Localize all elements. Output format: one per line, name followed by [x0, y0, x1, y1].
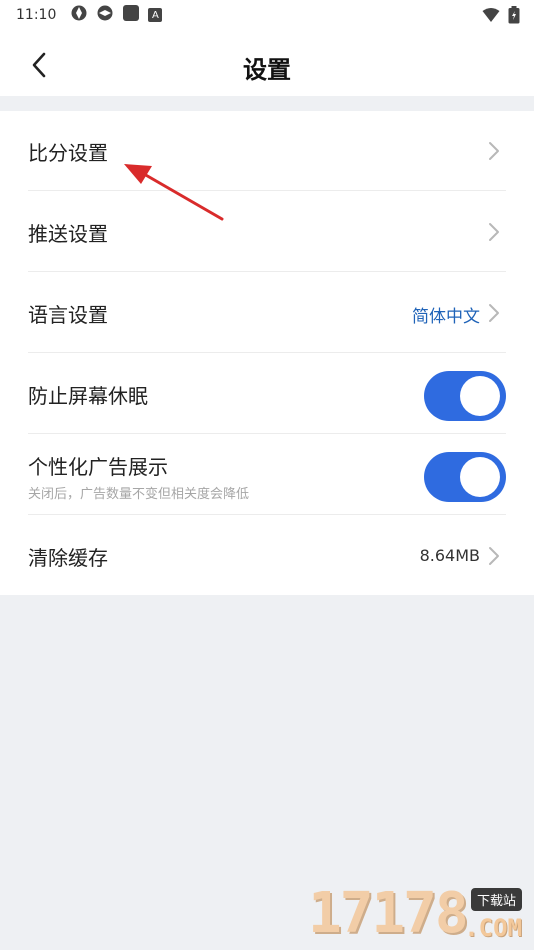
divider [28, 433, 506, 434]
a-badge-label: A [151, 9, 159, 21]
a-badge-icon: A [148, 8, 163, 22]
settings-row-label: 个性化广告展示 [28, 455, 168, 479]
chevron-right-icon [489, 304, 499, 322]
settings-row-cache[interactable]: 清除缓存 8.64MB [0, 516, 534, 596]
screen-awake-toggle[interactable] [424, 371, 506, 421]
wifi-icon [482, 7, 500, 27]
personalized-ads-toggle[interactable] [424, 452, 506, 502]
settings-row-label: 比分设置 [28, 141, 108, 165]
app-square-icon [122, 4, 140, 26]
settings-row-label: 推送设置 [28, 222, 108, 246]
battery-icon [508, 6, 520, 28]
toggle-knob [460, 457, 500, 497]
status-bar: 11:10 A [0, 0, 534, 30]
chevron-right-icon [489, 142, 499, 160]
watermark-com: .COM [464, 914, 522, 942]
page-title: 设置 [243, 56, 291, 84]
status-time: 11:10 [16, 7, 57, 23]
settings-row-score[interactable]: 比分设置 [0, 111, 534, 191]
top-app-bar: 设置 [0, 30, 534, 96]
settings-row-subtitle: 关闭后，广告数量不变但相关度会降低 [28, 487, 250, 502]
sync-icon-2 [96, 4, 114, 26]
divider [28, 190, 506, 191]
sync-icon [70, 4, 88, 26]
settings-row-label: 防止屏幕休眠 [28, 384, 148, 408]
divider [28, 271, 506, 272]
divider [28, 514, 506, 515]
settings-row-push[interactable]: 推送设置 [0, 192, 534, 272]
settings-row-personalized-ads: 个性化广告展示 关闭后，广告数量不变但相关度会降低 [0, 435, 534, 515]
settings-row-language[interactable]: 语言设置 简体中文 [0, 273, 534, 353]
settings-row-label: 语言设置 [28, 303, 108, 327]
watermark-digits: 17178 [308, 881, 469, 946]
settings-row-screen-awake: 防止屏幕休眠 [0, 354, 534, 434]
watermark-badge: 下载站 [470, 888, 522, 911]
watermark-logo: 17178 下载站 .COM [308, 881, 528, 946]
chevron-right-icon [489, 223, 499, 241]
cache-size-value: 8.64MB [419, 546, 480, 565]
settings-list: 比分设置 推送设置 语言设置 简体中文 防止屏幕休眠 个性化广告展示 关闭后，广… [0, 111, 534, 595]
language-value: 简体中文 [412, 307, 480, 327]
divider [28, 352, 506, 353]
chevron-right-icon [489, 547, 499, 565]
settings-row-label: 清除缓存 [28, 546, 108, 570]
toggle-knob [460, 376, 500, 416]
